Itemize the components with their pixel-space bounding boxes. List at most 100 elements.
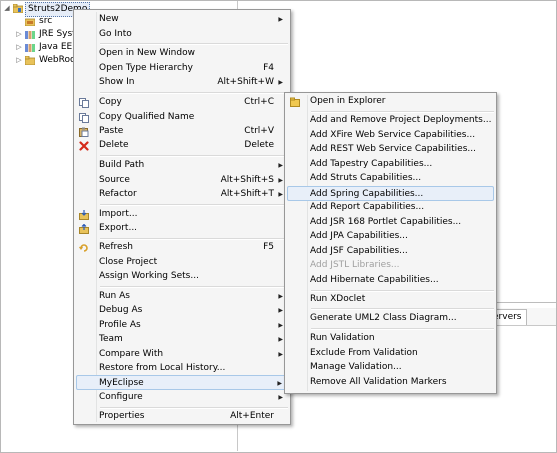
menu-item-label: Add Hibernate Capabilities... xyxy=(310,275,439,285)
menu-item-label: Copy xyxy=(99,97,122,107)
collapse-arrow-icon[interactable]: ◢ xyxy=(3,2,11,15)
menu-item-label: New xyxy=(99,14,119,24)
submenu-item-open-in-explorer[interactable]: Open in Explorer xyxy=(287,94,494,109)
submenu-item-add-jpa[interactable]: Add JPA Capabilities... xyxy=(287,229,494,244)
menu-item-go-into[interactable]: Go Into xyxy=(76,27,288,42)
menu-item-label: Add JSTL Libraries... xyxy=(310,260,400,270)
menu-item-label: Export... xyxy=(99,223,138,233)
menu-item-shortcut: Alt+Enter xyxy=(230,411,274,421)
menu-item-show-in[interactable]: Show In Alt+Shift+W ▶ xyxy=(76,75,288,90)
expand-arrow-icon[interactable]: ▷ xyxy=(15,41,23,54)
submenu-arrow-icon: ▶ xyxy=(278,322,283,329)
submenu-item-add-report[interactable]: Add Report Capabilities... xyxy=(287,200,494,215)
menu-separator xyxy=(100,204,288,206)
submenu-item-add-hibernate[interactable]: Add Hibernate Capabilities... xyxy=(287,273,494,288)
menu-item-team[interactable]: Team ▶ xyxy=(76,332,288,347)
menu-item-label: Delete xyxy=(99,140,129,150)
menu-item-shortcut: Ctrl+V xyxy=(244,126,274,136)
menu-item-refactor[interactable]: Refactor Alt+Shift+T ▶ xyxy=(76,187,288,202)
submenu-item-run-validation[interactable]: Run Validation xyxy=(287,331,494,346)
menu-item-copy[interactable]: Copy Ctrl+C xyxy=(76,95,288,110)
expand-arrow-icon[interactable]: ▷ xyxy=(15,28,23,41)
submenu-arrow-icon: ▶ xyxy=(278,394,283,401)
menu-item-label: Open Type Hierarchy xyxy=(99,63,193,73)
menu-item-label: Debug As xyxy=(99,305,143,315)
submenu-item-add-tapestry[interactable]: Add Tapestry Capabilities... xyxy=(287,157,494,172)
copy-qualified-icon xyxy=(79,113,89,123)
menu-item-label: Compare With xyxy=(99,349,164,359)
import-icon xyxy=(79,210,89,220)
menu-item-label: Import... xyxy=(99,209,138,219)
submenu-item-add-jstl: Add JSTL Libraries... xyxy=(287,258,494,273)
menu-item-configure[interactable]: Configure ▶ xyxy=(76,390,288,405)
menu-item-paste[interactable]: Paste Ctrl+V xyxy=(76,124,288,139)
expand-arrow-icon[interactable]: ▷ xyxy=(15,54,23,67)
menu-item-close-project[interactable]: Close Project xyxy=(76,255,288,270)
menu-item-open-new-window[interactable]: Open in New Window xyxy=(76,46,288,61)
submenu-arrow-icon: ▶ xyxy=(278,336,283,343)
menu-item-label: Close Project xyxy=(99,257,158,267)
menu-item-restore-local-history[interactable]: Restore from Local History... xyxy=(76,361,288,376)
submenu-arrow-icon: ▶ xyxy=(278,16,283,23)
menu-separator xyxy=(311,308,494,310)
menu-item-label: Configure xyxy=(99,392,143,402)
menu-item-properties[interactable]: Properties Alt+Enter xyxy=(76,409,288,424)
menu-item-label: Run XDoclet xyxy=(310,294,366,304)
menu-item-label: Run As xyxy=(99,291,130,301)
menu-item-delete[interactable]: Delete Delete xyxy=(76,138,288,153)
menu-item-new[interactable]: New ▶ xyxy=(76,12,288,27)
menu-item-copy-qualified-name[interactable]: Copy Qualified Name xyxy=(76,110,288,125)
library-icon xyxy=(25,31,35,39)
menu-item-refresh[interactable]: Refresh F5 xyxy=(76,240,288,255)
project-folder-icon xyxy=(13,4,23,13)
menu-item-assign-working-sets[interactable]: Assign Working Sets... xyxy=(76,269,288,284)
submenu-item-exclude-validation[interactable]: Exclude From Validation xyxy=(287,346,494,361)
submenu-item-add-jsf[interactable]: Add JSF Capabilities... xyxy=(287,244,494,259)
menu-item-label: Add Struts Capabilities... xyxy=(310,173,422,183)
submenu-item-add-remove-deployments[interactable]: Add and Remove Project Deployments... xyxy=(287,113,494,128)
menu-item-label: Profile As xyxy=(99,320,141,330)
menu-item-shortcut: Alt+Shift+W xyxy=(217,77,274,87)
menu-item-shortcut: Delete xyxy=(244,140,274,150)
menu-separator xyxy=(311,328,494,330)
menu-item-label: Add and Remove Project Deployments... xyxy=(310,115,492,125)
explorer-folder-icon xyxy=(290,97,300,107)
submenu-item-add-xfire[interactable]: Add XFire Web Service Capabilities... xyxy=(287,128,494,143)
menu-item-source[interactable]: Source Alt+Shift+S ▶ xyxy=(76,173,288,188)
menu-item-export[interactable]: Export... xyxy=(76,221,288,236)
submenu-item-generate-uml2[interactable]: Generate UML2 Class Diagram... xyxy=(287,311,494,326)
submenu-item-add-struts[interactable]: Add Struts Capabilities... xyxy=(287,171,494,186)
menu-separator xyxy=(100,92,288,94)
refresh-icon xyxy=(79,244,88,252)
menu-item-profile-as[interactable]: Profile As ▶ xyxy=(76,318,288,333)
submenu-item-add-spring[interactable]: Add Spring Capabilities... xyxy=(287,186,494,201)
menu-item-label: Add JPA Capabilities... xyxy=(310,231,408,241)
menu-item-build-path[interactable]: Build Path ▶ xyxy=(76,158,288,173)
folder-icon xyxy=(25,56,35,65)
submenu-item-run-xdoclet[interactable]: Run XDoclet xyxy=(287,292,494,307)
submenu-arrow-icon: ▶ xyxy=(278,177,283,184)
menu-item-label: Go Into xyxy=(99,29,132,39)
menu-item-label: Manage Validation... xyxy=(310,362,402,372)
menu-item-label: Team xyxy=(99,334,123,344)
submenu-arrow-icon: ▶ xyxy=(278,162,283,169)
menu-item-label: Add JSR 168 Portlet Capabilities... xyxy=(310,217,462,227)
library-icon xyxy=(25,44,35,52)
menu-item-label: Add XFire Web Service Capabilities... xyxy=(310,130,476,140)
menu-item-myeclipse[interactable]: MyEclipse ▶ xyxy=(76,375,288,390)
menu-item-label: Refresh xyxy=(99,242,133,252)
menu-item-debug-as[interactable]: Debug As ▶ xyxy=(76,303,288,318)
menu-item-label: Add Report Capabilities... xyxy=(310,202,425,212)
submenu-item-manage-validation[interactable]: Manage Validation... xyxy=(287,360,494,375)
submenu-item-remove-validation-markers[interactable]: Remove All Validation Markers xyxy=(287,375,494,390)
submenu-item-add-rest[interactable]: Add REST Web Service Capabilities... xyxy=(287,142,494,157)
submenu-arrow-icon: ▶ xyxy=(278,307,283,314)
menu-item-open-type-hierarchy[interactable]: Open Type Hierarchy F4 xyxy=(76,61,288,76)
menu-item-compare-with[interactable]: Compare With ▶ xyxy=(76,347,288,362)
submenu-arrow-icon: ▶ xyxy=(278,351,283,358)
menu-item-label: MyEclipse xyxy=(99,378,144,388)
menu-item-label: Refactor xyxy=(99,189,137,199)
submenu-item-add-jsr168[interactable]: Add JSR 168 Portlet Capabilities... xyxy=(287,215,494,230)
menu-item-run-as[interactable]: Run As ▶ xyxy=(76,289,288,304)
menu-item-import[interactable]: Import... xyxy=(76,207,288,222)
